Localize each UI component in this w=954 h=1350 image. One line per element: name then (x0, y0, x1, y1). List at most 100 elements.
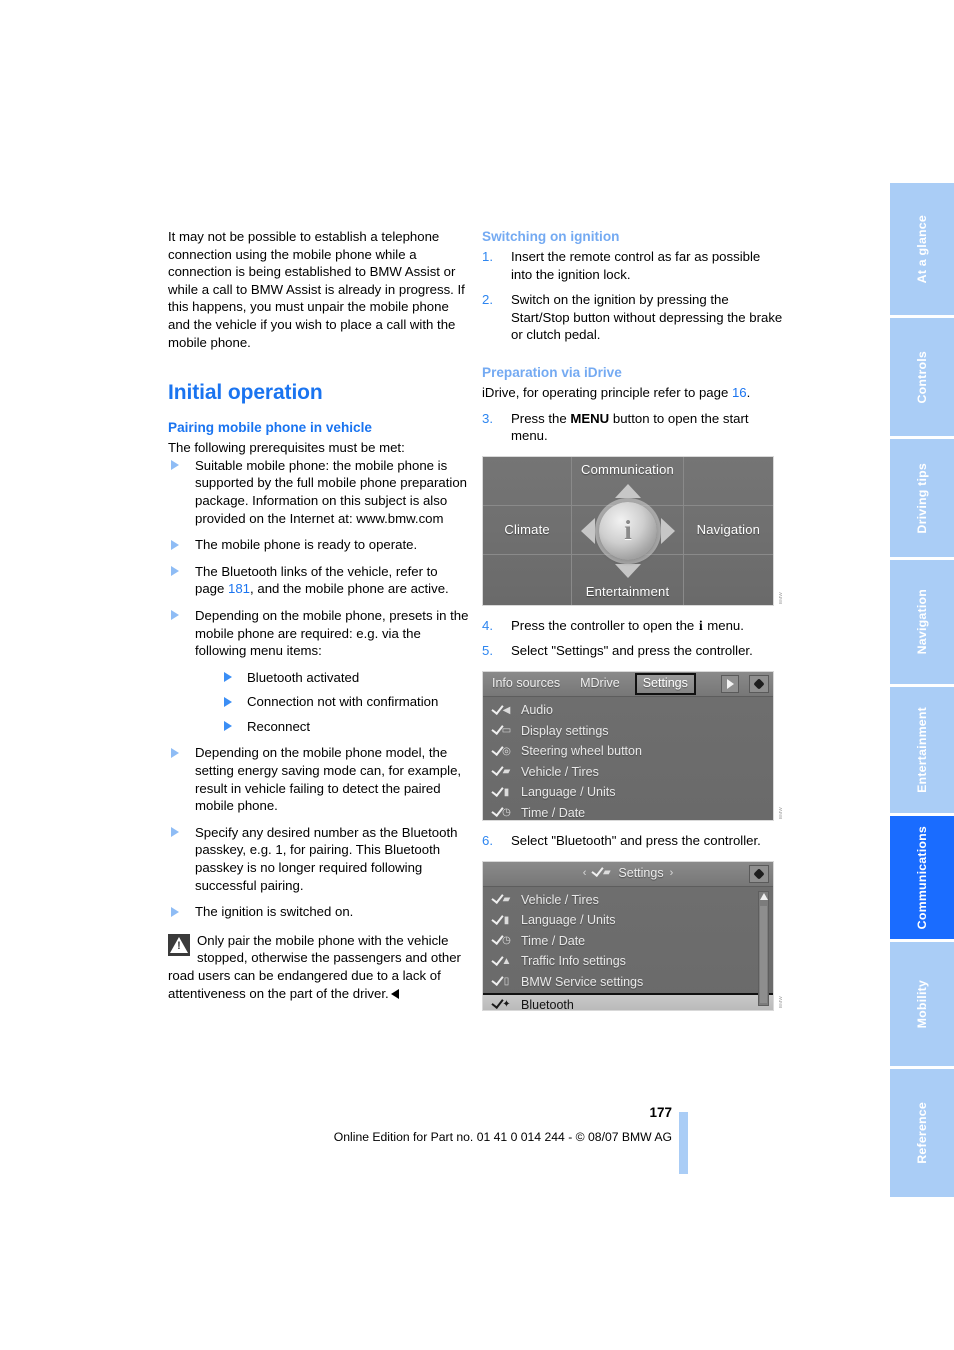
controller-icon[interactable] (749, 864, 769, 883)
prerequisites-list: Suitable mobile phone: the mobile phone … (168, 457, 469, 921)
figure-settings-menu: Info sources MDrive Settings ◀ Audio ▭ D… (482, 670, 783, 821)
scroll-up-arrow-icon[interactable] (759, 892, 768, 900)
list-item-label: The ignition is switched on. (195, 904, 354, 920)
figure-caption-id: BMW (778, 591, 784, 604)
arrow-up-icon (615, 483, 641, 498)
triangle-bullet-icon (171, 610, 179, 621)
info-glyph: i (624, 515, 632, 546)
controller-icon[interactable] (749, 674, 769, 693)
list-item-label: Bluetooth (521, 997, 574, 1011)
figure-caption-id: BMW (778, 806, 784, 819)
idrive-steps-4-5: 4. Press the controller to open the i me… (482, 617, 783, 660)
sidebar-item-label: Reference (915, 1102, 929, 1164)
idrive-bluetooth-screen: ‹ ▰ Settings › ▰ Vehicle / Tires ▮ Langu… (482, 860, 774, 1011)
settings-tabbar: Info sources MDrive Settings (483, 671, 773, 697)
list-item[interactable]: ◀ Audio (483, 701, 773, 722)
step-number: 5. (482, 643, 493, 659)
list-item[interactable]: ◷ Time / Date (483, 803, 773, 820)
list-item[interactable]: ▭ Display settings (483, 721, 773, 742)
speaker-icon: ◀ (491, 701, 512, 719)
list-item[interactable]: ▰ Vehicle / Tires (483, 891, 773, 912)
list-item: Bluetooth activated (222, 669, 469, 687)
list-item-label: Vehicle / Tires (521, 764, 599, 779)
sidebar-item-communications[interactable]: Communications (890, 816, 954, 939)
figure-caption-id: BMW (778, 996, 784, 1009)
list-item-label: Vehicle / Tires (521, 892, 599, 907)
tab-settings[interactable]: Settings (634, 673, 696, 695)
list-item-label: Audio (521, 703, 553, 718)
step-number: 1. (482, 249, 493, 264)
step-text: Press the controller to open the i menu. (511, 618, 744, 633)
menu-tile-navigation[interactable]: Navigation (683, 506, 773, 556)
list-item-label: The Bluetooth links of the vehicle, refe… (195, 564, 449, 597)
steering-wheel-icon: ◎ (491, 742, 512, 760)
menu-tile-label: Navigation (696, 522, 761, 538)
settings-menu-list: ◀ Audio ▭ Display settings ◎ Steering wh… (483, 696, 773, 820)
list-item[interactable]: ▮ Language / Units (483, 911, 773, 932)
menu-tile-climate[interactable]: Climate (483, 506, 573, 556)
list-item[interactable]: ▯ BMW Service settings (483, 973, 773, 994)
list-item: 6. Select "Bluetooth" and press the cont… (482, 832, 783, 850)
scrollbar[interactable] (758, 890, 769, 1006)
page-reference-link[interactable]: 181 (228, 581, 250, 596)
chevron-left-icon[interactable]: ‹ (583, 865, 587, 883)
subsection-title: Pairing mobile phone in vehicle (168, 420, 372, 436)
list-item-label: Connection not with confirmation (247, 694, 439, 710)
sidebar-item-navigation[interactable]: Navigation (890, 560, 954, 684)
list-item[interactable]: ▮ Language / Units (483, 783, 773, 804)
step-text-after: menu. (703, 617, 744, 633)
scrollbar-thumb[interactable] (760, 905, 767, 1003)
triangle-bullet-icon (224, 721, 232, 732)
list-item[interactable]: ▲ Traffic Info settings (483, 952, 773, 973)
bluetooth-menu-titlebar: ‹ ▰ Settings › (483, 861, 773, 887)
service-icon: ▯ (491, 973, 512, 990)
step-text: Switch on the ignition by pressing the S… (511, 292, 783, 343)
tab-mdrive[interactable]: MDrive (575, 674, 625, 694)
page-number: 177 (649, 1105, 672, 1120)
left-column: It may not be possible to establish a te… (168, 228, 469, 1002)
sidebar-item-label: Communications (915, 825, 929, 930)
bluetooth-menu-list: ▰ Vehicle / Tires ▮ Language / Units ◷ T… (483, 886, 773, 1011)
step-number: 4. (482, 617, 493, 633)
list-item-selected[interactable]: ✦ Bluetooth (483, 993, 773, 1011)
sidebar-item-controls[interactable]: Controls (890, 318, 954, 436)
menu-tile-label: Communication (581, 461, 674, 477)
vehicle-icon: ▰ (491, 891, 512, 908)
sidebar-item-reference[interactable]: Reference (890, 1069, 954, 1197)
flag-icon: ▮ (491, 783, 512, 801)
clock-icon: ◷ (491, 804, 512, 820)
manual-page: It may not be possible to establish a te… (0, 0, 954, 1350)
sidebar-item-driving-tips[interactable]: Driving tips (890, 439, 954, 557)
heading-switching-on-ignition: Switching on ignition (482, 229, 620, 244)
triangle-bullet-icon (171, 906, 179, 917)
list-item[interactable]: ▰ Vehicle / Tires (483, 762, 773, 783)
list-item[interactable]: ◎ Steering wheel button (483, 742, 773, 763)
list-item[interactable]: ◷ Time / Date (483, 932, 773, 953)
sidebar-item-at-a-glance[interactable]: At a glance (890, 183, 954, 315)
step-text: Select "Settings" and press the controll… (511, 643, 753, 659)
sidebar-item-label: Entertainment (915, 707, 929, 793)
list-item-label: Language / Units (521, 913, 616, 928)
list-item: Reconnect (222, 718, 469, 736)
next-arrow-icon[interactable] (721, 674, 739, 693)
grid-cell-empty (483, 456, 573, 507)
flag-icon: ▮ (491, 911, 512, 929)
tab-info-sources[interactable]: Info sources (487, 674, 565, 694)
list-item-label: BMW Service settings (521, 974, 644, 989)
list-item-label: Bluetooth activated (247, 669, 360, 685)
list-item: 3. Press the MENU button to open the sta… (482, 410, 783, 445)
idrive-controller-icon[interactable]: i (580, 483, 676, 579)
vehicle-icon: ▰ (591, 864, 612, 881)
chevron-right-icon[interactable]: › (670, 865, 674, 883)
list-item-label: Suitable mobile phone: the mobile phone … (195, 457, 467, 526)
sidebar-item-mobility[interactable]: Mobility (890, 942, 954, 1066)
list-item: Depending on the mobile phone, presets i… (168, 607, 469, 736)
page-reference-link[interactable]: 16 (732, 385, 747, 400)
prerequisites-lead: The following prerequisites must be met: (168, 440, 405, 456)
heading-preparation-via-idrive: Preparation via iDrive (482, 364, 622, 380)
sidebar-item-label: Driving tips (915, 462, 929, 534)
triangle-bullet-icon (171, 566, 179, 577)
idrive-step-6: 6. Select "Bluetooth" and press the cont… (482, 832, 783, 850)
sidebar-item-entertainment[interactable]: Entertainment (890, 687, 954, 813)
chapter-tabs: At a glance Controls Driving tips Naviga… (890, 183, 954, 1200)
